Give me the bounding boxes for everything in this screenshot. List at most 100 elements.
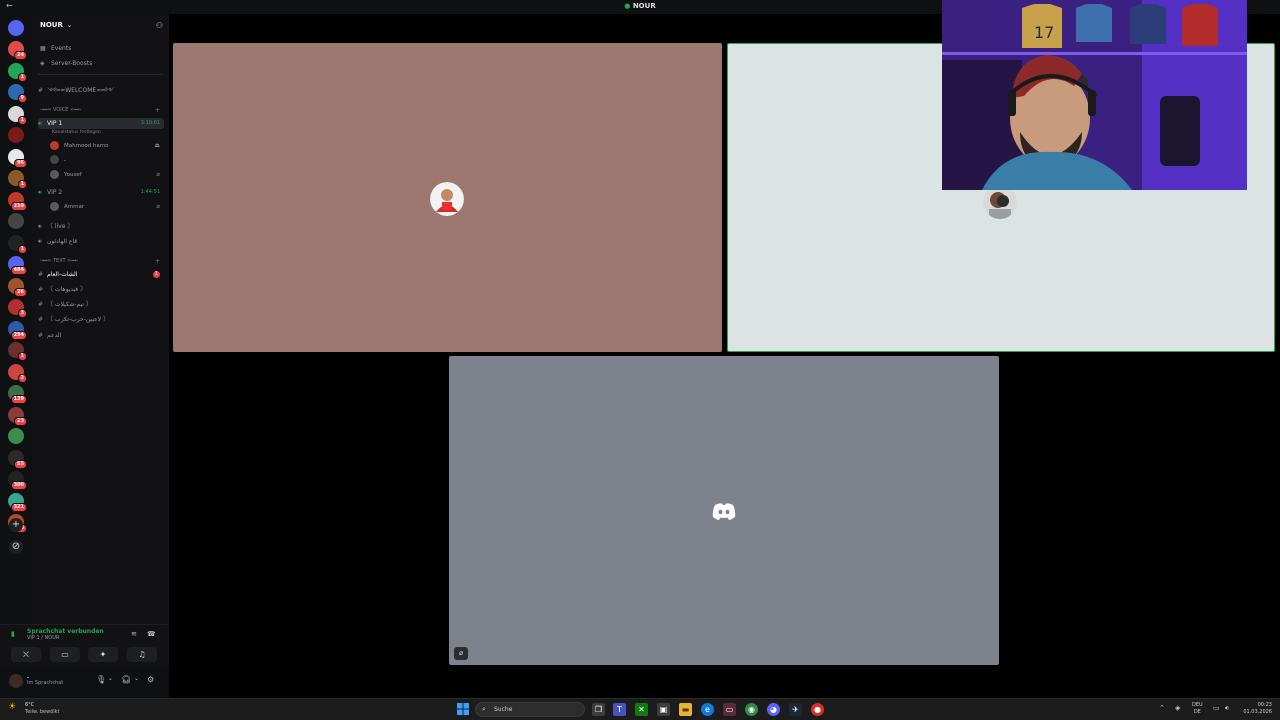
direct-messages-icon[interactable] — [8, 20, 24, 36]
add-member-icon[interactable]: ⚇ — [156, 21, 163, 30]
events-link[interactable]: ▦ Events — [40, 45, 71, 52]
taskbar: ☀ 6°C Teilw. bewölkt ⌕ Suche ❐ T ✕ ▣ ▬ e… — [0, 698, 1280, 720]
mention-badge: 23 — [14, 416, 27, 426]
text-channel[interactable]: # 〘 فيديوهات 〙 — [38, 284, 164, 295]
voice-status[interactable]: Sprachchat verbunden — [27, 628, 104, 635]
server-icon[interactable]: 321 — [8, 492, 27, 512]
soundboard-button[interactable]: ♫ — [127, 647, 157, 662]
avatar[interactable] — [9, 674, 23, 688]
server-header[interactable]: NOUR ⌄ — [40, 21, 72, 29]
voice-user[interactable]: Yousef ⌀ — [50, 169, 162, 181]
server-icon[interactable]: 9 — [8, 84, 27, 103]
server-icon[interactable]: 1 — [8, 342, 27, 361]
server-icon[interactable]: 139 — [8, 385, 27, 404]
server-icon[interactable]: 55 — [8, 449, 27, 469]
server-icon[interactable]: 26 — [8, 277, 27, 297]
edge-icon[interactable]: e — [701, 703, 714, 716]
system-clock[interactable]: 00:23 01.03.2026 — [1240, 702, 1272, 716]
server-icon[interactable]: 23 — [8, 406, 27, 426]
gear-icon[interactable]: ⚙ — [147, 675, 154, 684]
server-icon[interactable] — [8, 213, 24, 229]
weather-widget[interactable]: ☀ 6°C Teilw. bewölkt — [8, 702, 60, 715]
chevron-down-icon[interactable]: ⌄ — [134, 675, 139, 682]
server-icon[interactable]: 2 — [8, 363, 27, 383]
voice-channel-vip1[interactable]: 🔊︎ VIP 1 3:10:01 — [38, 118, 164, 129]
activities-button[interactable]: ✦ — [88, 647, 118, 662]
speaker-icon: 🔊︎ — [38, 120, 42, 127]
file-explorer-icon[interactable]: ▬ — [679, 703, 692, 716]
noise-suppression-icon[interactable]: ≋ — [131, 630, 137, 638]
nvidia-icon[interactable]: ◈ — [1175, 704, 1180, 712]
voice-user[interactable]: Ammar ⌀ — [50, 201, 162, 213]
server-icon[interactable] — [8, 428, 24, 444]
category-text[interactable]: ⇝━≍ TEXT ≍━⇜ + — [40, 258, 160, 265]
mic-muted-icon: ⌀ — [156, 171, 160, 178]
channel-status[interactable]: Kanalstatus festlegen — [52, 130, 101, 135]
store-icon[interactable]: ▣ — [657, 703, 670, 716]
server-icon[interactable]: 24 — [8, 41, 27, 60]
hash-icon: # — [38, 316, 44, 323]
task-view-icon[interactable]: ❐ — [592, 703, 605, 716]
taskbar-search[interactable]: ⌕ Suche — [475, 702, 585, 717]
language-indicator[interactable]: DEU DE — [1192, 702, 1203, 716]
explore-servers-icon[interactable]: ⊘ — [9, 540, 23, 554]
mention-badge: 2 — [17, 373, 27, 383]
server-boosts-link[interactable]: ◈ Server-Boosts — [40, 60, 92, 67]
server-icon[interactable]: 1 — [8, 234, 27, 254]
server-icon[interactable]: 1 — [8, 105, 27, 125]
server-icon[interactable]: 96 — [8, 148, 27, 168]
chevron-up-icon[interactable]: ⌃ — [1159, 704, 1165, 712]
voice-user[interactable]: Mahmood hamo ⏏ — [50, 140, 162, 152]
screen-share-button[interactable]: ▭ — [50, 647, 80, 662]
server-icon[interactable]: 1 — [8, 170, 27, 189]
channel-label: 〘 live 〙 — [47, 223, 74, 230]
steam-icon[interactable]: ✈ — [789, 703, 802, 716]
signal-icon[interactable]: ▮ — [11, 630, 15, 638]
divider — [38, 74, 163, 75]
plus-icon[interactable]: + — [155, 258, 160, 265]
text-channel-general[interactable]: # الشات-العام 1 — [38, 269, 164, 280]
network-icon[interactable]: ▭ — [1213, 704, 1220, 712]
server-icon[interactable]: 1 — [8, 62, 27, 82]
volume-icon[interactable]: 🔉︎ — [1225, 704, 1229, 713]
microphone-icon[interactable]: 🎙︎ — [96, 675, 106, 684]
text-channel[interactable]: # الدعم — [38, 330, 164, 341]
text-channel[interactable]: # 〘 تيم-شكيلات 〙 — [38, 299, 164, 310]
server-icon[interactable]: 210 — [8, 191, 27, 211]
start-windows-icon[interactable] — [457, 703, 469, 715]
discord-icon[interactable]: ◕ — [767, 703, 780, 716]
camera-off-button[interactable]: ⛌ — [11, 647, 41, 662]
terminal-icon[interactable]: ▭ — [723, 703, 736, 716]
video-tile-mahmood[interactable] — [173, 43, 722, 352]
user-status: Im Sprachchat — [27, 680, 64, 686]
channel-welcome[interactable]: # ༺━≍WELCOME≍━༻ — [38, 85, 164, 96]
plus-icon[interactable]: + — [155, 107, 160, 114]
search-placeholder: Suche — [494, 706, 513, 713]
xbox-icon[interactable]: ✕ — [635, 703, 648, 716]
voice-channel-path[interactable]: VIP 1 / NOUR — [27, 635, 59, 641]
channel-label: قاع الهادئون — [47, 238, 78, 245]
channel-label: VIP 2 — [47, 189, 63, 196]
headphones-icon[interactable]: 🎧︎ — [121, 675, 131, 684]
category-voice[interactable]: ⇝━≍ VOICE ≍━⇜ + — [40, 107, 160, 114]
chevron-down-icon: ⌄ — [66, 22, 72, 29]
text-channel[interactable]: # 〘 لاعبين-حرب-تكرب 〙 — [38, 314, 164, 325]
disconnect-icon[interactable]: ☎ — [147, 630, 156, 638]
voice-user[interactable]: ـ — [50, 154, 162, 166]
chrome-icon[interactable]: ◉ — [745, 703, 758, 716]
recording-app-icon[interactable]: ● — [811, 703, 824, 716]
teams-icon[interactable]: T — [613, 703, 626, 716]
server-icon[interactable] — [8, 127, 24, 143]
voice-channel-lounge[interactable]: 🔊︎ قاع الهادئون — [38, 236, 164, 247]
search-icon: ⌕ — [482, 705, 486, 713]
server-icon[interactable]: 300 — [8, 471, 27, 490]
server-icon[interactable]: 484 — [8, 256, 27, 275]
server-icon[interactable]: 294 — [8, 320, 27, 340]
server-icon[interactable]: 3 — [8, 299, 27, 318]
video-tile-default[interactable]: ⌀ — [449, 356, 999, 665]
add-server-icon[interactable]: + — [9, 518, 23, 532]
voice-channel-live[interactable]: 🔊︎ 〘 live 〙 — [38, 221, 164, 232]
chevron-down-icon[interactable]: ⌄ — [108, 675, 113, 682]
user-name[interactable]: ـ — [27, 673, 29, 680]
voice-channel-vip2[interactable]: 🔊︎ VIP 2 1:44:51 — [38, 187, 164, 198]
